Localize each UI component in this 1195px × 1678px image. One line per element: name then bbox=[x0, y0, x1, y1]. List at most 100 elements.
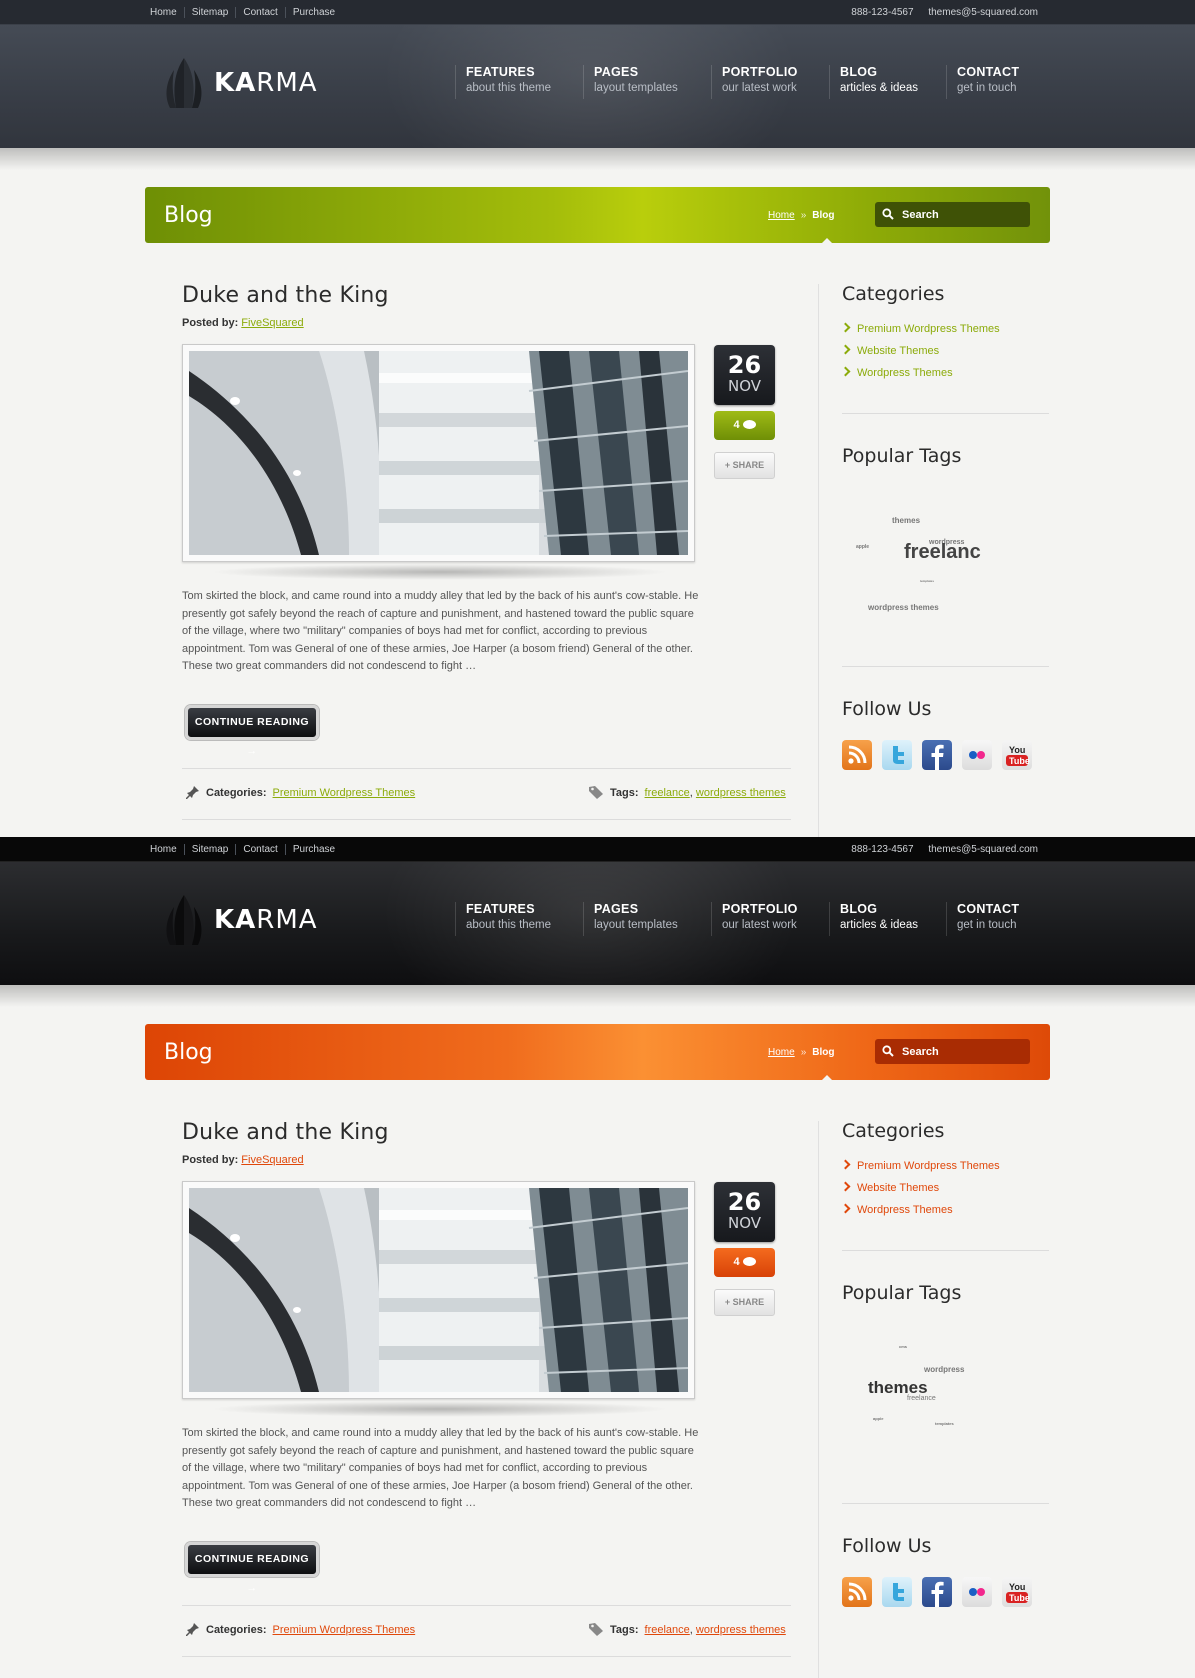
nav-item-portfolio[interactable]: PORTFOLIO our latest work bbox=[711, 65, 798, 99]
banner-notch bbox=[821, 238, 833, 244]
youtube-icon[interactable]: You Tube bbox=[1002, 740, 1032, 770]
post-meta: Posted by: FiveSquared bbox=[182, 317, 304, 329]
search-input[interactable] bbox=[902, 206, 1022, 223]
utility-link-sitemap[interactable]: Sitemap bbox=[183, 844, 236, 855]
post-image-frame[interactable] bbox=[182, 344, 695, 562]
category-item[interactable]: Premium Wordpress Themes bbox=[840, 318, 1000, 340]
author-link[interactable]: FiveSquared bbox=[241, 317, 303, 329]
breadcrumb-home[interactable]: Home bbox=[768, 1047, 795, 1058]
cloud-tag[interactable]: freelanc bbox=[904, 541, 981, 564]
post-tags: Tags: freelance, wordpress themes bbox=[588, 1623, 786, 1637]
category-item[interactable]: Website Themes bbox=[840, 1177, 1000, 1199]
post-image-frame[interactable] bbox=[182, 1181, 695, 1399]
rss-icon[interactable] bbox=[842, 740, 872, 770]
post-date: 26 NOV bbox=[714, 345, 775, 405]
nav-item-blog[interactable]: BLOG articles & ideas bbox=[829, 902, 918, 936]
cloud-tag[interactable]: templates bbox=[935, 1421, 954, 1426]
facebook-icon[interactable] bbox=[922, 740, 952, 770]
post-title[interactable]: Duke and the King bbox=[182, 283, 389, 308]
comment-count-button[interactable]: 4 bbox=[714, 411, 775, 440]
breadcrumb-current: Blog bbox=[812, 210, 835, 221]
sidebar-separator bbox=[818, 284, 819, 837]
utility-link-purchase[interactable]: Purchase bbox=[284, 844, 343, 855]
nav-item-blog[interactable]: BLOG articles & ideas bbox=[829, 65, 918, 99]
author-link[interactable]: FiveSquared bbox=[241, 1154, 303, 1166]
category-item[interactable]: Wordpress Themes bbox=[840, 1199, 1000, 1221]
utility-phone: 888-123-4567 bbox=[851, 844, 914, 855]
share-button[interactable]: + SHARE bbox=[714, 452, 775, 479]
utility-link-home[interactable]: Home bbox=[150, 844, 184, 855]
twitter-icon[interactable] bbox=[882, 1577, 912, 1607]
post-date-month: NOV bbox=[727, 377, 762, 395]
category-link[interactable]: Premium Wordpress Themes bbox=[273, 1624, 416, 1636]
cloud-tag[interactable]: apple bbox=[856, 544, 869, 550]
comment-count-button[interactable]: 4 bbox=[714, 1248, 775, 1277]
nav-item-features[interactable]: FEATURES about this theme bbox=[455, 902, 551, 936]
nav-item-portfolio[interactable]: PORTFOLIO our latest work bbox=[711, 902, 798, 936]
flickr-icon[interactable] bbox=[962, 1577, 992, 1607]
cloud-tag[interactable]: wordpress bbox=[924, 1365, 964, 1374]
utility-link-contact[interactable]: Contact bbox=[235, 7, 285, 18]
utility-link-home[interactable]: Home bbox=[150, 7, 184, 18]
flickr-icon[interactable] bbox=[962, 740, 992, 770]
tag-cloud: cms wordpress themes freelance apple tem… bbox=[842, 1344, 1049, 1474]
breadcrumb-current: Blog bbox=[812, 1047, 835, 1058]
page-title-banner: Blog Home» Blog bbox=[145, 187, 1050, 244]
utility-email[interactable]: themes@5-squared.com bbox=[928, 7, 1038, 18]
site-logo[interactable]: KARMA bbox=[164, 56, 318, 110]
tag-link-freelance[interactable]: freelance bbox=[645, 1624, 690, 1636]
nav-item-pages[interactable]: PAGES layout templates bbox=[583, 65, 678, 99]
popular-tags-heading: Popular Tags bbox=[842, 1282, 962, 1304]
search-box[interactable] bbox=[875, 202, 1030, 227]
utility-link-sitemap[interactable]: Sitemap bbox=[183, 7, 236, 18]
divider bbox=[182, 1656, 791, 1657]
post-image bbox=[189, 1188, 688, 1392]
category-item[interactable]: Premium Wordpress Themes bbox=[840, 1155, 1000, 1177]
header-shadow bbox=[0, 985, 1195, 1007]
search-icon bbox=[882, 208, 894, 220]
cloud-tag[interactable]: themes bbox=[892, 516, 920, 525]
post-title[interactable]: Duke and the King bbox=[182, 1120, 389, 1145]
cloud-tag[interactable]: apple bbox=[873, 1416, 883, 1421]
category-item[interactable]: Website Themes bbox=[840, 340, 1000, 362]
nav-item-contact[interactable]: CONTACT get in touch bbox=[946, 65, 1019, 99]
facebook-icon[interactable] bbox=[922, 1577, 952, 1607]
utility-bar: Home Sitemap Contact Purchase 888-123-4567 … bbox=[0, 0, 1195, 25]
rss-icon[interactable] bbox=[842, 1577, 872, 1607]
tag-link-wordpress-themes[interactable]: wordpress themes bbox=[696, 787, 786, 799]
search-input[interactable] bbox=[902, 1043, 1022, 1060]
cloud-tag[interactable]: cms bbox=[899, 1344, 907, 1349]
popular-tags-heading: Popular Tags bbox=[842, 445, 962, 467]
continue-reading-button[interactable]: CONTINUE READING → bbox=[185, 1542, 319, 1594]
nav-item-features[interactable]: FEATURES about this theme bbox=[455, 65, 551, 99]
site-logo[interactable]: KARMA bbox=[164, 893, 318, 947]
cloud-tag[interactable]: templates bbox=[920, 579, 934, 583]
cloud-tag[interactable]: wordpress themes bbox=[868, 603, 939, 612]
sidebar-separator bbox=[818, 1121, 819, 1678]
utility-link-purchase[interactable]: Purchase bbox=[284, 7, 343, 18]
twitter-icon[interactable] bbox=[882, 740, 912, 770]
utility-link-contact[interactable]: Contact bbox=[235, 844, 285, 855]
tag-cloud: themes apple wordpress freelanc template… bbox=[842, 507, 1049, 637]
category-item[interactable]: Wordpress Themes bbox=[840, 362, 1000, 384]
search-box[interactable] bbox=[875, 1039, 1030, 1064]
follow-us-heading: Follow Us bbox=[842, 1535, 932, 1557]
nav-item-pages[interactable]: PAGES layout templates bbox=[583, 902, 678, 936]
nav-item-contact[interactable]: CONTACT get in touch bbox=[946, 902, 1019, 936]
divider bbox=[182, 768, 791, 769]
youtube-icon[interactable]: You Tube bbox=[1002, 1577, 1032, 1607]
post-tags: Tags: freelance, wordpress themes bbox=[588, 786, 786, 800]
leaf-logo-icon bbox=[166, 895, 202, 945]
tag-link-freelance[interactable]: freelance bbox=[645, 787, 690, 799]
share-button[interactable]: + SHARE bbox=[714, 1289, 775, 1316]
utility-email[interactable]: themes@5-squared.com bbox=[928, 844, 1038, 855]
category-link[interactable]: Premium Wordpress Themes bbox=[273, 787, 416, 799]
cloud-tag[interactable]: freelance bbox=[907, 1395, 936, 1402]
tag-link-wordpress-themes[interactable]: wordpress themes bbox=[696, 1624, 786, 1636]
divider bbox=[182, 819, 791, 820]
divider bbox=[842, 1250, 1049, 1251]
categories-heading: Categories bbox=[842, 1120, 945, 1142]
breadcrumb-home[interactable]: Home bbox=[768, 210, 795, 221]
utility-links: Home Sitemap Contact Purchase bbox=[150, 844, 343, 855]
continue-reading-button[interactable]: CONTINUE READING → bbox=[185, 705, 319, 757]
